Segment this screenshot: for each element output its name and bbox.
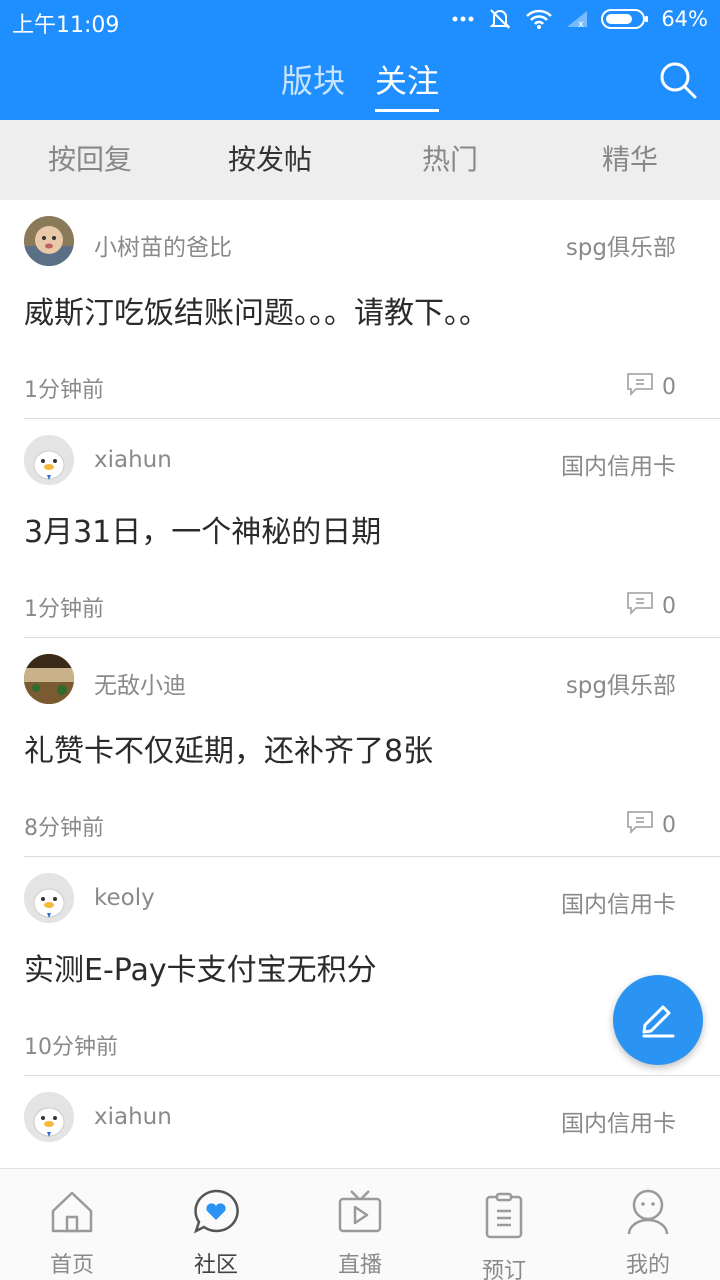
post-title[interactable]: 实测E-Pay卡支付宝无积分 [24, 945, 377, 989]
reply-count: 0 [626, 590, 676, 622]
community-icon [191, 1187, 241, 1237]
post-forum[interactable]: spg俱乐部 [566, 666, 676, 700]
nav-booking[interactable]: 预订 [432, 1169, 576, 1280]
battery-icon [601, 8, 649, 30]
post-time: 10分钟前 [24, 1035, 118, 1060]
status-time: 上午11:09 [12, 13, 120, 38]
wifi-icon [525, 8, 553, 30]
tab-forums[interactable]: 版块 [281, 56, 345, 112]
sort-filter-bar: 按回复 按发帖 热门 精华 [0, 120, 720, 200]
post-item[interactable]: 无敌小迪 spg俱乐部 礼赞卡不仅延期，还补齐了8张 8分钟前 0 [0, 638, 720, 857]
post-author[interactable]: xiahun [94, 1104, 172, 1130]
nav-live[interactable]: 直播 [288, 1169, 432, 1280]
post-author[interactable]: 小树苗的爸比 [94, 228, 232, 262]
header-tabs: 版块 关注 [0, 56, 720, 112]
reply-count-value: 0 [662, 812, 676, 838]
nav-community[interactable]: 社区 [144, 1169, 288, 1280]
nav-live-label: 直播 [337, 1253, 382, 1278]
nav-booking-label: 预订 [481, 1259, 526, 1280]
battery-level: 64% [661, 7, 708, 31]
comment-icon [626, 590, 654, 622]
post-title[interactable]: 礼赞卡不仅延期，还补齐了8张 [24, 726, 433, 770]
filter-by-post[interactable]: 按发帖 [180, 120, 360, 200]
home-icon [47, 1187, 97, 1237]
comment-icon [626, 371, 654, 403]
filter-hot[interactable]: 热门 [360, 120, 540, 200]
nav-home-label: 首页 [49, 1253, 94, 1278]
app-bar: 版块 关注 [0, 40, 720, 120]
post-time: 8分钟前 [24, 816, 104, 841]
svg-text:x: x [578, 19, 584, 29]
tv-icon [335, 1187, 385, 1237]
post-forum[interactable]: spg俱乐部 [566, 228, 676, 262]
booking-icon [479, 1191, 529, 1241]
post-time: 1分钟前 [24, 378, 104, 403]
reply-count-value: 0 [662, 374, 676, 400]
avatar[interactable] [24, 435, 74, 485]
compose-button[interactable] [613, 975, 703, 1065]
nav-community-label: 社区 [193, 1253, 238, 1278]
status-bar: 上午11:09 x 64% [0, 0, 720, 40]
filter-by-reply[interactable]: 按回复 [0, 120, 180, 200]
reply-count: 0 [626, 371, 676, 403]
post-item[interactable]: xiahun 国内信用卡 3月31日，一个神秘的日期 1分钟前 0 [0, 419, 720, 638]
avatar[interactable] [24, 654, 74, 704]
post-time: 1分钟前 [24, 597, 104, 622]
post-forum[interactable]: 国内信用卡 [561, 885, 676, 919]
search-icon[interactable] [658, 60, 698, 100]
post-item[interactable]: keoly 国内信用卡 实测E-Pay卡支付宝无积分 10分钟前 [0, 857, 720, 1076]
filter-featured[interactable]: 精华 [540, 120, 720, 200]
bottom-navigation: 首页 社区 直播 预订 我的 [0, 1168, 720, 1280]
post-forum[interactable]: 国内信用卡 [561, 447, 676, 481]
post-item[interactable]: 小树苗的爸比 spg俱乐部 威斯汀吃饭结账问题。。。请教下。。 1分钟前 0 [0, 200, 720, 419]
avatar[interactable] [24, 873, 74, 923]
comment-icon [626, 809, 654, 841]
nav-home[interactable]: 首页 [0, 1169, 144, 1280]
post-author[interactable]: keoly [94, 885, 155, 911]
signal-icon: x [565, 9, 589, 29]
nav-profile[interactable]: 我的 [576, 1169, 720, 1280]
mute-icon [487, 6, 513, 32]
tab-following[interactable]: 关注 [375, 56, 440, 112]
avatar[interactable] [24, 1092, 74, 1142]
reply-count: 0 [626, 809, 676, 841]
nav-profile-label: 我的 [625, 1253, 670, 1278]
profile-icon [623, 1187, 673, 1237]
post-author[interactable]: 无敌小迪 [94, 666, 186, 700]
post-author[interactable]: xiahun [94, 447, 172, 473]
avatar[interactable] [24, 216, 74, 266]
post-title[interactable]: 3月31日，一个神秘的日期 [24, 507, 381, 551]
reply-count-value: 0 [662, 593, 676, 619]
post-item[interactable]: xiahun 国内信用卡 [0, 1076, 720, 1168]
post-title[interactable]: 威斯汀吃饭结账问题。。。请教下。。 [24, 288, 489, 332]
post-forum[interactable]: 国内信用卡 [561, 1104, 676, 1138]
post-feed: 小树苗的爸比 spg俱乐部 威斯汀吃饭结账问题。。。请教下。。 1分钟前 0 x… [0, 200, 720, 1168]
pencil-icon [635, 995, 681, 1045]
more-dots-icon [451, 15, 475, 23]
